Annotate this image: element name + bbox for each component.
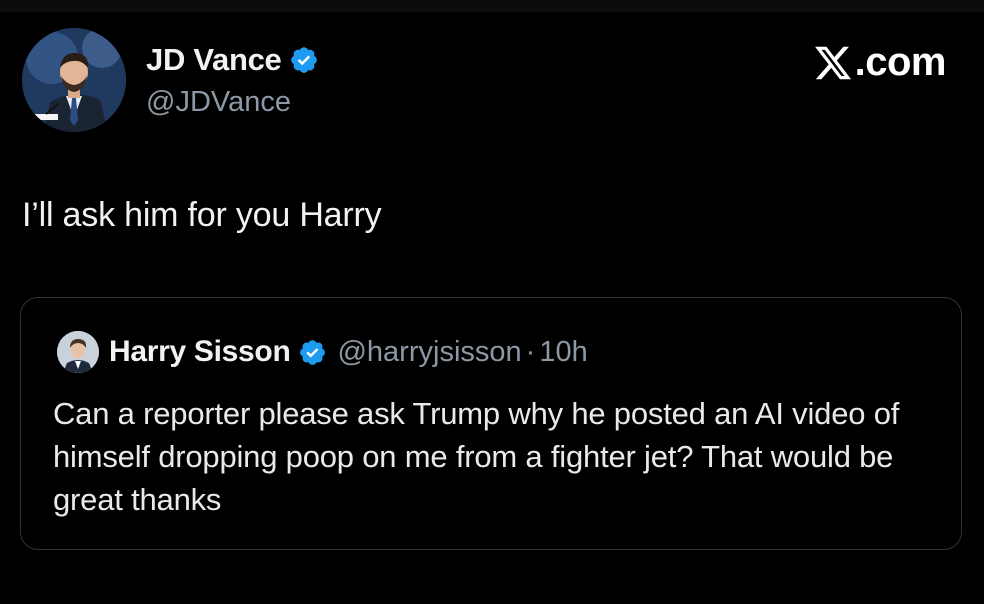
profile-photo-icon: [22, 28, 126, 132]
author-name[interactable]: JD Vance: [146, 42, 282, 78]
x-logo-icon: [814, 46, 851, 79]
quoted-tweet-timestamp[interactable]: 10h: [539, 336, 587, 369]
profile-photo-icon: [57, 331, 99, 373]
quoted-tweet-header: Harry Sisson @harryjsisson · 10h: [109, 332, 588, 372]
quoted-tweet[interactable]: Harry Sisson @harryjsisson · 10h Can a r…: [20, 297, 962, 550]
verified-badge-icon: [291, 47, 318, 73]
verified-badge-icon: [300, 339, 326, 365]
quoted-author-avatar[interactable]: [57, 331, 99, 373]
author-handle[interactable]: @JDVance: [146, 86, 291, 119]
quoted-author-handle[interactable]: @harryjsisson: [337, 336, 521, 369]
tweet-card: JD Vance @JDVance .com I’ll ask him for …: [0, 0, 984, 604]
separator-dot: ·: [525, 335, 536, 368]
quoted-author-name[interactable]: Harry Sisson: [109, 335, 291, 369]
x-com-brand: .com: [813, 40, 947, 85]
author-name-row: JD Vance: [146, 40, 319, 80]
tweet-text: I’ll ask him for you Harry: [22, 196, 382, 234]
quoted-tweet-text: Can a reporter please ask Trump why he p…: [53, 396, 900, 517]
brand-domain-label: .com: [854, 40, 947, 84]
author-avatar[interactable]: [22, 28, 126, 132]
